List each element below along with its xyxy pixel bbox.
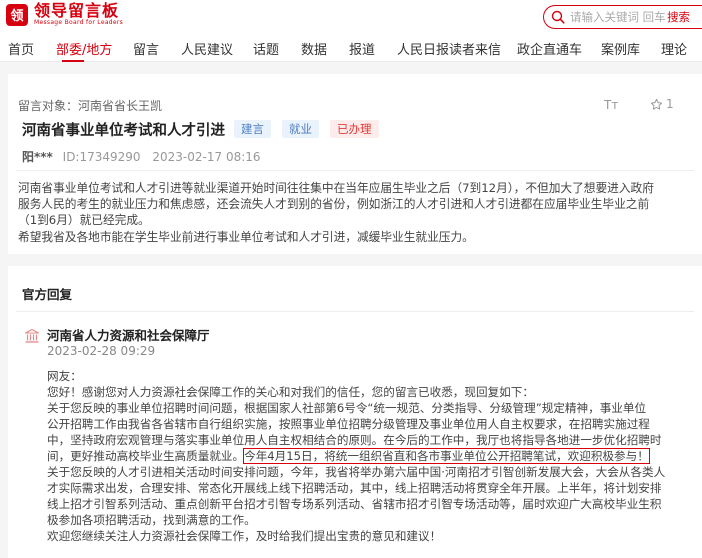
tag-suggestion[interactable]: 建言 — [234, 120, 271, 138]
reply-line: 关于您反映的人才引进相关活动时间安排问题，今年，我省将举办第六届中国·河南招才引… — [47, 465, 666, 479]
nav-data[interactable]: 数据 — [301, 39, 327, 58]
font-size-icon[interactable]: Tт — [604, 98, 618, 112]
nav-messages[interactable]: 留言 — [133, 39, 159, 58]
message-body-line: 希望我省及各地市能在学生毕业前进行事业单位考试和人才引进，减缓毕业生就业压力。 — [18, 230, 474, 244]
reply-line: 公开招聘工作由我省各省辖市自行组织实施，按照事业单位招聘分级管理及事业单位用人自… — [47, 417, 650, 431]
logo-title: 领导留言板 — [34, 1, 120, 20]
message-id: ID:17349290 — [62, 150, 141, 164]
reply-line: 欢迎您继续关注人力资源社会保障工作，及时给我们提出宝贵的意见和建议！ — [47, 529, 442, 543]
star-count: 1 — [666, 97, 674, 111]
divider — [16, 311, 694, 312]
reply-line: 才实际需求出发，合理安排、常态化开展线上线下招聘活动，其中，线上招聘活动将贯穿全… — [47, 481, 662, 495]
site-header: 领 领导留言板 Message Board for Leaders 搜索 — [0, 0, 702, 34]
nav-active-indicator — [62, 60, 84, 62]
message-title: 河南省事业单位考试和人才引进 — [22, 123, 225, 139]
logo-subtitle: Message Board for Leaders — [34, 19, 124, 26]
reply-date: 2023-02-28 09:29 — [47, 344, 156, 358]
tag-employment[interactable]: 就业 — [282, 120, 319, 138]
nav-ministries-local[interactable]: 部委/地方 — [56, 39, 112, 58]
message-target: 留言对象：河南省省长王凯 — [18, 99, 163, 113]
reply-org-name: 河南省人力资源和社会保障厅 — [47, 328, 210, 343]
reply-line: 关于您反映的事业单位招聘时间问题，根据国家人社部第6号令“统一规范、分类指导、分… — [47, 401, 647, 415]
nav-case-library[interactable]: 案例库 — [601, 39, 640, 58]
reply-line: 中，坚持政府宏观管理与落实事业单位用人自主权相结合的原则。在今后的工作中，我厅也… — [47, 433, 662, 447]
logo-mark: 领 — [6, 3, 28, 26]
author-name: 阳*** — [22, 150, 53, 164]
search-input[interactable] — [570, 10, 666, 24]
reply-line: 线上招才引智系列活动、重点创新平台招才引智专场系列活动、省辖市招才引智专场活动等… — [47, 497, 662, 511]
message-body-line: （1到6月）就已经完成。 — [18, 213, 150, 227]
divider — [16, 170, 694, 171]
nav-topics[interactable]: 话题 — [253, 39, 279, 58]
reply-line: 您好！感谢您对人力资源社会保障工作的关心和对我们的信任，您的留言已收悉，现回复如… — [47, 385, 534, 399]
search-button[interactable]: 搜索 — [667, 9, 690, 25]
main-nav: 首页 部委/地方 留言 人民建议 话题 数据 报道 人民日报读者来信 政企直通车… — [0, 34, 702, 62]
nav-home[interactable]: 首页 — [8, 39, 34, 58]
status-badge: 已办理 — [330, 120, 379, 138]
message-date: 2023-02-17 08:16 — [152, 150, 261, 164]
nav-gov-enterprise[interactable]: 政企直通车 — [517, 39, 582, 58]
site-logo[interactable]: 领 领导留言板 Message Board for Leaders — [6, 3, 123, 26]
nav-readers-letters[interactable]: 人民日报读者来信 — [397, 39, 501, 58]
reply-line-text: 间，更好推动高校毕业生高质量就业。 — [47, 449, 245, 463]
government-building-icon — [24, 328, 40, 343]
nav-reports[interactable]: 报道 — [349, 39, 375, 58]
message-meta: 阳*** ID:17349290 2023-02-17 08:16 — [22, 148, 261, 165]
reply-line: 间，更好推动高校毕业生高质量就业。今年4月15日，将统一组织省直和各市事业单位公… — [47, 448, 695, 464]
reply-section-title: 官方回复 — [22, 287, 73, 302]
star-icon — [650, 98, 663, 110]
nav-theory[interactable]: 理论 — [661, 39, 687, 58]
message-body-line: 河南省事业单位考试和人才引进等就业渠道开始时间往往集中在当年应届生毕业之后（7到… — [18, 181, 654, 195]
favorite-button[interactable]: 1 — [650, 97, 674, 111]
search-icon — [551, 10, 565, 24]
reply-line: 网友： — [47, 369, 82, 383]
search-box: 搜索 — [543, 5, 702, 29]
message-body-line: 服务人民的考生的就业压力和焦虑感，还会流失人才到别的省份，例如浙江的人才引进和人… — [18, 197, 650, 211]
reply-line: 极参加各项招聘活动，找到满意的工作。 — [47, 513, 256, 527]
nav-people-suggestions[interactable]: 人民建议 — [181, 39, 233, 58]
highlighted-announcement: 今年4月15日，将统一组织省直和各市事业单位公开招聘笔试，欢迎积极参与！ — [243, 448, 650, 464]
